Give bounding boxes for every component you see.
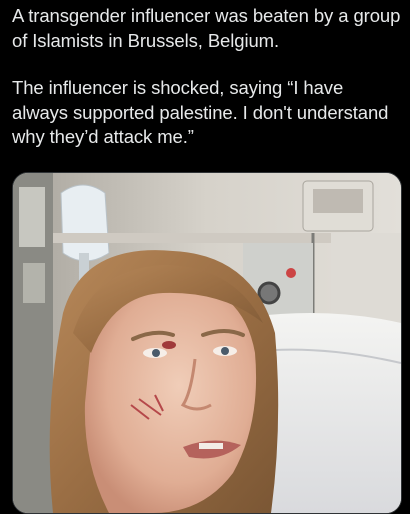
post-paragraph-1: A transgender influencer was beaten by a…: [12, 5, 401, 51]
post-paragraph-2: The influencer is shocked, saying “I hav…: [12, 77, 389, 147]
video-frame-illustration: [13, 173, 401, 513]
post-video-thumbnail[interactable]: [12, 172, 402, 514]
post-text: A transgender influencer was beaten by a…: [12, 4, 404, 150]
post: A transgender influencer was beaten by a…: [0, 0, 410, 514]
